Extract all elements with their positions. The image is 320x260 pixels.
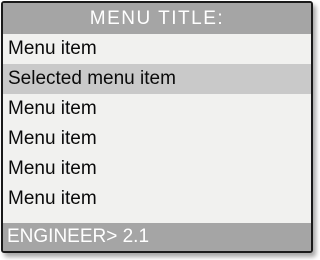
menu-list: Menu item Selected menu item Menu item M…	[3, 34, 311, 214]
menu-item[interactable]: Menu item	[3, 184, 311, 214]
menu-item[interactable]: Menu item	[3, 94, 311, 124]
menu-item[interactable]: Menu item	[3, 124, 311, 154]
status-bar: ENGINEER> 2.1	[3, 223, 311, 251]
menu-item[interactable]: Menu item	[3, 154, 311, 184]
menu-screen: MENU TITLE: Menu item Selected menu item…	[1, 1, 313, 253]
menu-item[interactable]: Menu item	[3, 34, 311, 64]
menu-title: MENU TITLE:	[3, 3, 311, 34]
selected-menu-item[interactable]: Selected menu item	[3, 64, 311, 94]
